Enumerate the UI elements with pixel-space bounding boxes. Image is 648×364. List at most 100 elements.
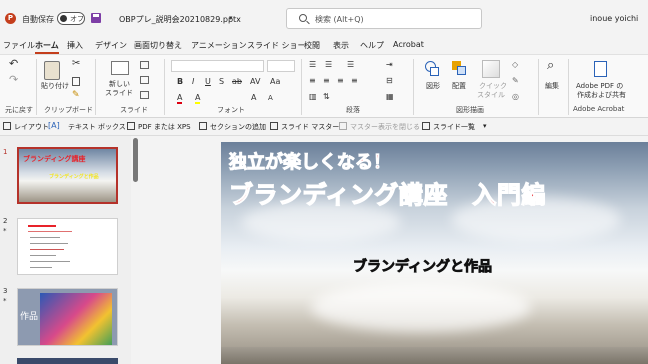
document-filename[interactable]: OBPプレ_説明会20210829.pptx [119, 14, 241, 25]
adobe-pdf-icon[interactable] [594, 61, 607, 77]
tab-review[interactable]: 校閲 [304, 40, 320, 51]
numbering-icon[interactable]: ☰ [325, 60, 332, 69]
slide-number: 1 [3, 148, 8, 156]
underline-button[interactable]: U [205, 77, 211, 86]
grow-font-button[interactable]: A [251, 93, 256, 102]
char-spacing-button[interactable]: AV [250, 77, 260, 86]
shape-fill-icon[interactable]: ◇ [512, 60, 518, 69]
smartart-icon[interactable]: ▦ [386, 92, 394, 101]
highlight-button[interactable]: A [195, 93, 201, 104]
tab-insert[interactable]: 挿入 [67, 40, 83, 51]
adobe-pdf-label-2[interactable]: 作成および共有 [577, 91, 626, 100]
quick-styles-label-1[interactable]: クイック [479, 82, 507, 91]
slide-thumbnail-3[interactable]: 作品 [17, 288, 118, 346]
divider [413, 59, 414, 115]
paste-button-label[interactable]: 貼り付け [41, 82, 69, 91]
new-slide-label-1[interactable]: 新しい [109, 80, 130, 89]
text-direction-icon[interactable]: ⇅ [323, 92, 330, 101]
tab-view[interactable]: 表示 [333, 40, 349, 51]
divider [95, 59, 96, 115]
font-name-combo[interactable] [171, 60, 264, 72]
reset-icon[interactable] [140, 76, 149, 84]
font-color-button[interactable]: A [177, 93, 183, 104]
strikethrough-button[interactable]: ab [232, 77, 242, 86]
tab-home[interactable]: ホーム [35, 40, 59, 54]
qat-layout[interactable]: レイアウト [14, 122, 49, 132]
shadow-button[interactable]: S [219, 77, 224, 86]
qat-close-master[interactable]: マスター表示を閉じる [350, 122, 420, 132]
slide-subtitle[interactable]: ブランディングと作品 [353, 256, 493, 276]
tab-file[interactable]: ファイル [3, 40, 35, 51]
quick-styles-label-2[interactable]: スタイル [477, 91, 505, 100]
slide-thumbnail-4-partial[interactable] [17, 358, 118, 364]
italic-button[interactable]: I [192, 77, 194, 86]
slide-title-line1[interactable]: 独立が楽しくなる！ [229, 148, 392, 174]
qat-textbox[interactable]: テキスト ボックス [68, 122, 126, 132]
tab-transitions[interactable]: 画面切り替え [134, 40, 182, 51]
tab-acrobat[interactable]: Acrobat [393, 40, 424, 49]
thumbnails-scrollbar[interactable] [133, 138, 138, 182]
undo-icon[interactable]: ↶ [9, 58, 18, 69]
autosave-toggle[interactable]: オフ [57, 12, 85, 25]
bold-button[interactable]: B [177, 77, 183, 86]
qat-pdf-xps[interactable]: PDF または XPS [138, 122, 191, 132]
powerpoint-logo-icon: P [5, 13, 16, 24]
toggle-knob [60, 15, 67, 22]
tab-animations[interactable]: アニメーション [191, 40, 247, 51]
align-center-icon[interactable]: ≡ [323, 76, 330, 85]
arrange-button-label[interactable]: 配置 [452, 82, 466, 91]
columns-icon[interactable]: ▥ [309, 92, 317, 101]
shapes-button-label[interactable]: 図形 [426, 82, 440, 91]
slide-title-line2[interactable]: ブランディング講座 入門編 [228, 175, 546, 210]
tab-slideshow[interactable]: スライド ショー [247, 40, 306, 51]
section-icon[interactable] [140, 91, 149, 99]
thumbnail-line [28, 231, 72, 232]
thumbnail-label: 作品 [20, 312, 39, 322]
redo-icon[interactable]: ↷ [9, 74, 18, 85]
shape-outline-icon[interactable]: ✎ [512, 76, 519, 85]
justify-icon[interactable]: ≡ [351, 76, 358, 85]
slide-canvas[interactable]: 独立が楽しくなる！ ブランディング講座 入門編 ブランディングと作品 [221, 142, 648, 364]
qat-slide-list[interactable]: スライド一覧 [433, 122, 475, 132]
paste-icon[interactable] [44, 61, 60, 80]
slide-thumbnail-2[interactable] [17, 218, 118, 275]
tab-design[interactable]: デザイン [95, 40, 127, 51]
qat-slide-master[interactable]: スライド マスター [281, 122, 339, 132]
user-name[interactable]: inoue yoichi [590, 14, 638, 23]
search-box[interactable]: 検索 (Alt+Q) [286, 8, 482, 29]
adobe-pdf-label-1[interactable]: Adobe PDF の [576, 82, 623, 91]
qat-add-section[interactable]: セクションの追加 [210, 122, 266, 132]
shape-effects-icon[interactable]: ◎ [512, 92, 519, 101]
thumbnail-line [30, 249, 64, 250]
tab-help[interactable]: ヘルプ [360, 40, 384, 51]
thumbnail-line [28, 225, 56, 227]
layout-icon[interactable] [140, 61, 149, 69]
align-text-icon[interactable]: ⊟ [386, 76, 393, 85]
group-label-adobe: Adobe Acrobat [573, 105, 625, 113]
close-master-icon [339, 122, 347, 130]
new-slide-label-2[interactable]: スライド [105, 89, 133, 98]
format-painter-icon[interactable]: ✎ [72, 91, 80, 100]
customize-qat-icon[interactable]: ▾ [483, 122, 487, 130]
line-spacing-icon[interactable]: ☰ [347, 60, 354, 69]
bullets-icon[interactable]: ☰ [309, 60, 316, 69]
slide-thumbnail-1[interactable]: ブランディング講座 ブランディングと作品 [17, 147, 118, 204]
indent-icon[interactable]: ⇥ [386, 60, 393, 69]
cut-icon[interactable]: ✂ [72, 59, 80, 69]
thumbnail-image [40, 293, 112, 345]
align-right-icon[interactable]: ≡ [337, 76, 344, 85]
align-left-icon[interactable]: ≡ [309, 76, 316, 85]
divider [301, 59, 302, 115]
change-case-button[interactable]: Aa [270, 77, 280, 86]
new-slide-icon[interactable] [111, 61, 129, 75]
quick-styles-icon[interactable] [482, 60, 500, 78]
title-bar: P 自動保存 オフ OBPプレ_説明会20210829.pptx ▾ 検索 (A… [0, 0, 648, 37]
copy-icon[interactable] [72, 77, 80, 86]
find-icon[interactable]: ⌕ [547, 59, 554, 72]
shrink-font-button[interactable]: A [268, 94, 273, 102]
save-icon[interactable] [91, 13, 101, 23]
font-size-combo[interactable] [267, 60, 295, 72]
chevron-down-icon[interactable]: ▾ [229, 14, 233, 22]
arrange-square-icon [457, 66, 466, 75]
edit-button-label[interactable]: 編集 [545, 82, 559, 91]
